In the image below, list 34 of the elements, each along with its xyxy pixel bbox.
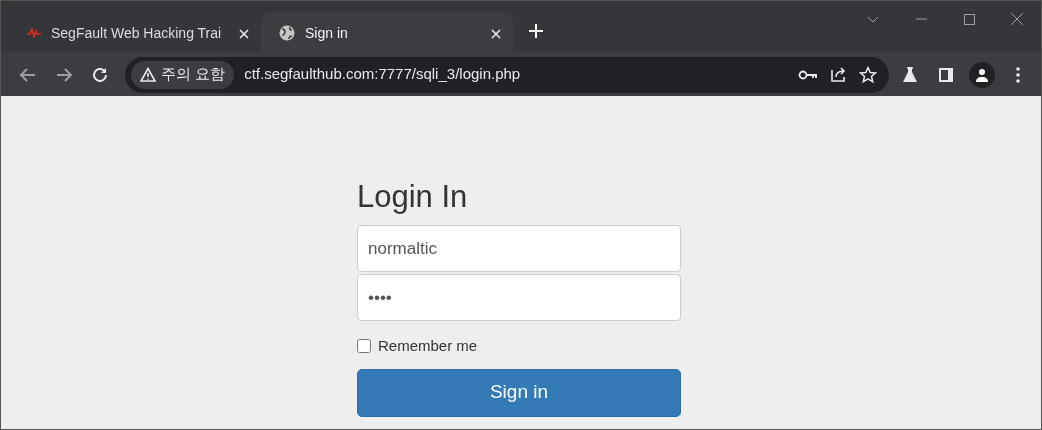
- warning-icon: [140, 67, 156, 82]
- security-chip[interactable]: 주의 요함: [131, 60, 235, 89]
- form-heading: Login In: [357, 178, 469, 216]
- security-label: 주의 요함: [161, 64, 226, 85]
- back-arrow-icon: [19, 65, 37, 84]
- sign-in-button[interactable]: Sign in: [357, 368, 681, 417]
- close-icon: [239, 29, 249, 40]
- flask-icon: [902, 66, 918, 83]
- plus-icon: [529, 24, 543, 39]
- browser-tab[interactable]: SegFault Web Hacking Trai: [9, 13, 261, 53]
- maximize-icon: [963, 13, 975, 25]
- side-panel-icon: [938, 66, 954, 83]
- remember-label: Remember me: [378, 336, 478, 357]
- close-icon: [1011, 13, 1023, 25]
- chevron-down-icon: [867, 15, 879, 23]
- close-icon: [491, 29, 501, 40]
- forward-arrow-icon: [55, 65, 73, 84]
- more-vertical-icon: [1016, 66, 1020, 83]
- remember-checkbox[interactable]: [357, 339, 371, 354]
- url-text: ctf.segfaulthub.com:7777/sqli_3/login.php: [244, 64, 522, 85]
- address-bar[interactable]: 주의 요함 ctf.segfaulthub.com:7777/sqli_3/login.php: [125, 56, 889, 93]
- minimize-icon: [915, 18, 927, 20]
- star-icon: [859, 65, 877, 84]
- close-tab-button[interactable]: [239, 26, 249, 40]
- key-icon: [798, 68, 818, 81]
- share-icon: [829, 66, 847, 83]
- browser-tab[interactable]: Sign in: [261, 13, 513, 53]
- site-logo-icon: [27, 28, 41, 38]
- globe-icon: [279, 25, 295, 41]
- reload-icon: [91, 65, 109, 84]
- username-field[interactable]: normaltic: [357, 225, 681, 273]
- password-field[interactable]: ••••: [357, 274, 681, 322]
- profile-avatar-icon: [969, 61, 995, 88]
- close-tab-button[interactable]: [491, 26, 501, 40]
